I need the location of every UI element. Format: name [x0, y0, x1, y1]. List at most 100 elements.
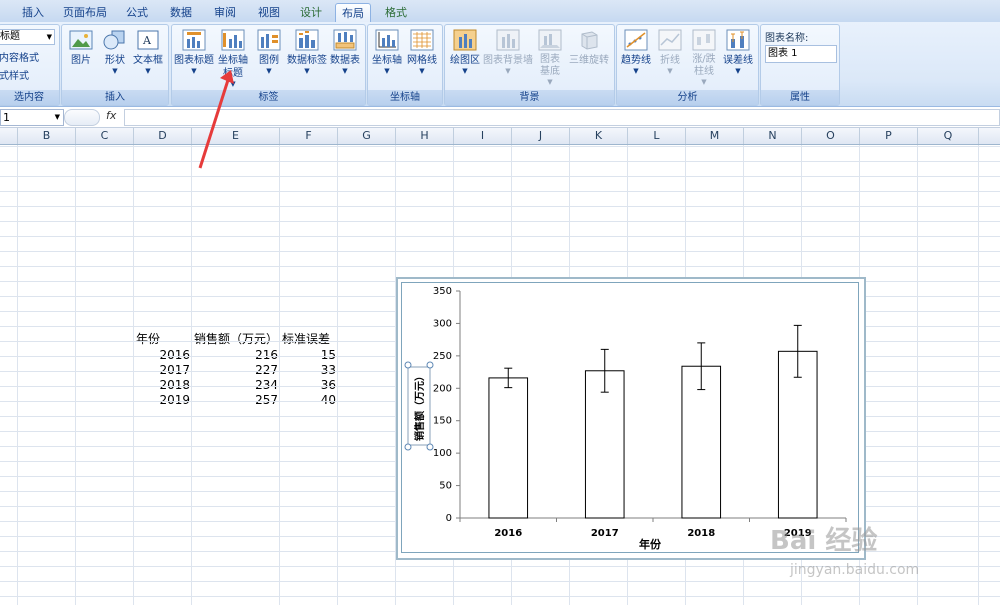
group-label-background: 背景 — [445, 90, 614, 105]
table-cell[interactable]: 40 — [280, 392, 336, 408]
legend-label: 图例 — [259, 55, 279, 66]
group-label-analysis: 分析 — [617, 90, 758, 105]
chart-floor-button[interactable]: 图表基底 ▼ — [535, 29, 565, 87]
cell-header-stderr[interactable]: 标准误差 — [282, 331, 330, 347]
table-cell[interactable]: 33 — [280, 362, 336, 378]
insert-textbox-button[interactable]: A 文本框 ▼ — [132, 29, 164, 76]
table-cell[interactable]: 36 — [280, 377, 336, 393]
tab-view[interactable]: 视图 — [250, 3, 288, 22]
chevron-down-icon: ▼ — [112, 67, 118, 75]
chart-element-dropdown[interactable]: 标题 ▼ — [0, 29, 55, 45]
insert-shapes-button[interactable]: 形状 ▼ — [100, 29, 130, 76]
table-cell[interactable]: 2019 — [134, 392, 190, 408]
column-header-f[interactable]: F — [280, 128, 338, 144]
chart-name-input[interactable]: 图表 1 — [765, 45, 837, 63]
chart-wall-button[interactable]: 图表背景墙 ▼ — [483, 29, 533, 76]
tab-design[interactable]: 设计 — [292, 3, 330, 22]
chevron-down-icon: ▼ — [191, 67, 197, 75]
chart-title-button[interactable]: 图表标题 ▼ — [174, 29, 214, 76]
insert-function-icon[interactable]: fx — [106, 109, 116, 122]
table-cell[interactable]: 257 — [192, 392, 278, 408]
gridlines-label: 网格线 — [407, 55, 437, 66]
data-table-icon — [333, 29, 357, 51]
column-header-l[interactable]: L — [628, 128, 686, 144]
tab-insert[interactable]: 插入 — [14, 3, 52, 22]
format-selection-button[interactable]: 内容格式 — [0, 49, 39, 64]
column-header-g[interactable]: G — [338, 128, 396, 144]
tab-layout[interactable]: 布局 — [335, 3, 371, 23]
textbox-icon: A — [137, 30, 159, 50]
lines-icon — [658, 29, 682, 51]
data-labels-button[interactable]: 数据标签 ▼ — [286, 29, 328, 76]
lines-button[interactable]: 折线 ▼ — [655, 29, 685, 76]
chart-area[interactable] — [401, 282, 859, 553]
plot-area-button[interactable]: 绘图区 ▼ — [447, 29, 483, 76]
legend-button[interactable]: 图例 ▼ — [254, 29, 284, 76]
up-down-bars-button[interactable]: 涨/跌柱线 ▼ — [687, 29, 721, 87]
table-cell[interactable]: 2016 — [134, 347, 190, 363]
table-cell[interactable]: 234 — [192, 377, 278, 393]
table-cell[interactable]: 2017 — [134, 362, 190, 378]
insert-picture-button[interactable]: 图片 — [66, 29, 96, 67]
grid-row-line — [0, 266, 1000, 267]
column-header-h[interactable]: H — [396, 128, 454, 144]
insert-textbox-label: 文本框 — [133, 55, 163, 66]
chart-floor-icon — [538, 29, 562, 51]
gridlines-icon — [410, 29, 434, 51]
formula-input[interactable] — [124, 109, 1000, 126]
column-header-m[interactable]: M — [686, 128, 744, 144]
formula-bar-splitter[interactable] — [64, 109, 100, 126]
insert-picture-label: 图片 — [71, 55, 91, 66]
gridlines-button[interactable]: 网格线 ▼ — [404, 29, 440, 76]
column-header-q[interactable]: Q — [918, 128, 979, 144]
chart-title-label: 图表标题 — [174, 55, 214, 66]
tab-page-layout[interactable]: 页面布局 — [58, 3, 112, 22]
column-header-i[interactable]: I — [454, 128, 512, 144]
column-header-j[interactable]: J — [512, 128, 570, 144]
chevron-down-icon: ▼ — [145, 67, 151, 75]
column-header-d[interactable]: D — [134, 128, 192, 144]
table-cell[interactable]: 227 — [192, 362, 278, 378]
3d-rotation-icon — [581, 31, 598, 50]
data-table-button[interactable]: 数据表 ▼ — [328, 29, 362, 76]
axes-button[interactable]: 坐标轴 ▼ — [370, 29, 404, 76]
table-cell[interactable]: 216 — [192, 347, 278, 363]
reset-style-button[interactable]: 式样式 — [0, 67, 29, 82]
tab-formulas[interactable]: 公式 — [118, 3, 156, 22]
group-background: 绘图区 ▼ 图表背景墙 ▼ 图表基底 ▼ 三维旋转 背景 — [444, 24, 615, 106]
up-down-bars-label: 涨/跌柱线 — [692, 54, 716, 77]
column-header-k[interactable]: K — [570, 128, 628, 144]
chevron-down-icon: ▼ — [633, 67, 639, 75]
picture-icon — [69, 30, 93, 50]
table-cell[interactable]: 2018 — [134, 377, 190, 393]
name-box-value: 1 — [3, 111, 10, 124]
tab-format[interactable]: 格式 — [377, 3, 415, 22]
data-table-label: 数据表 — [330, 55, 360, 66]
name-box[interactable]: 1 ▼ — [0, 109, 64, 126]
grid-row-line — [0, 206, 1000, 207]
tab-data[interactable]: 数据 — [162, 3, 200, 22]
select-all-corner[interactable] — [0, 128, 18, 144]
column-header-p[interactable]: P — [860, 128, 918, 144]
tab-review[interactable]: 审阅 — [206, 3, 244, 22]
column-header-o[interactable]: O — [802, 128, 860, 144]
axis-titles-button[interactable]: 坐标轴标题 ▼ — [216, 29, 250, 89]
ribbon: 标题 ▼ 内容格式 式样式 选内容 图片 形状 ▼ A 文本框 ▼ 插入 图表标… — [0, 22, 1000, 107]
grid-row-line — [0, 191, 1000, 192]
error-bars-button[interactable]: 误差线 ▼ — [721, 29, 755, 76]
chevron-down-icon: ▼ — [304, 67, 310, 75]
chevron-down-icon[interactable]: ▼ — [55, 110, 60, 125]
column-header-b[interactable]: B — [18, 128, 76, 144]
column-header-n[interactable]: N — [744, 128, 802, 144]
table-cell[interactable]: 15 — [280, 347, 336, 363]
3d-rotation-button[interactable]: 三维旋转 — [567, 29, 611, 67]
column-header-e[interactable]: E — [192, 128, 280, 144]
grid-row-line — [0, 146, 1000, 147]
cell-header-sales[interactable]: 销售额（万元） — [194, 331, 278, 347]
trendline-button[interactable]: 趋势线 ▼ — [619, 29, 653, 76]
cell-header-year[interactable]: 年份 — [136, 331, 160, 347]
column-header-c[interactable]: C — [76, 128, 134, 144]
group-label-current-selection: 选内容 — [0, 90, 59, 105]
grid-row-line — [0, 176, 1000, 177]
insert-shapes-label: 形状 — [105, 55, 125, 66]
